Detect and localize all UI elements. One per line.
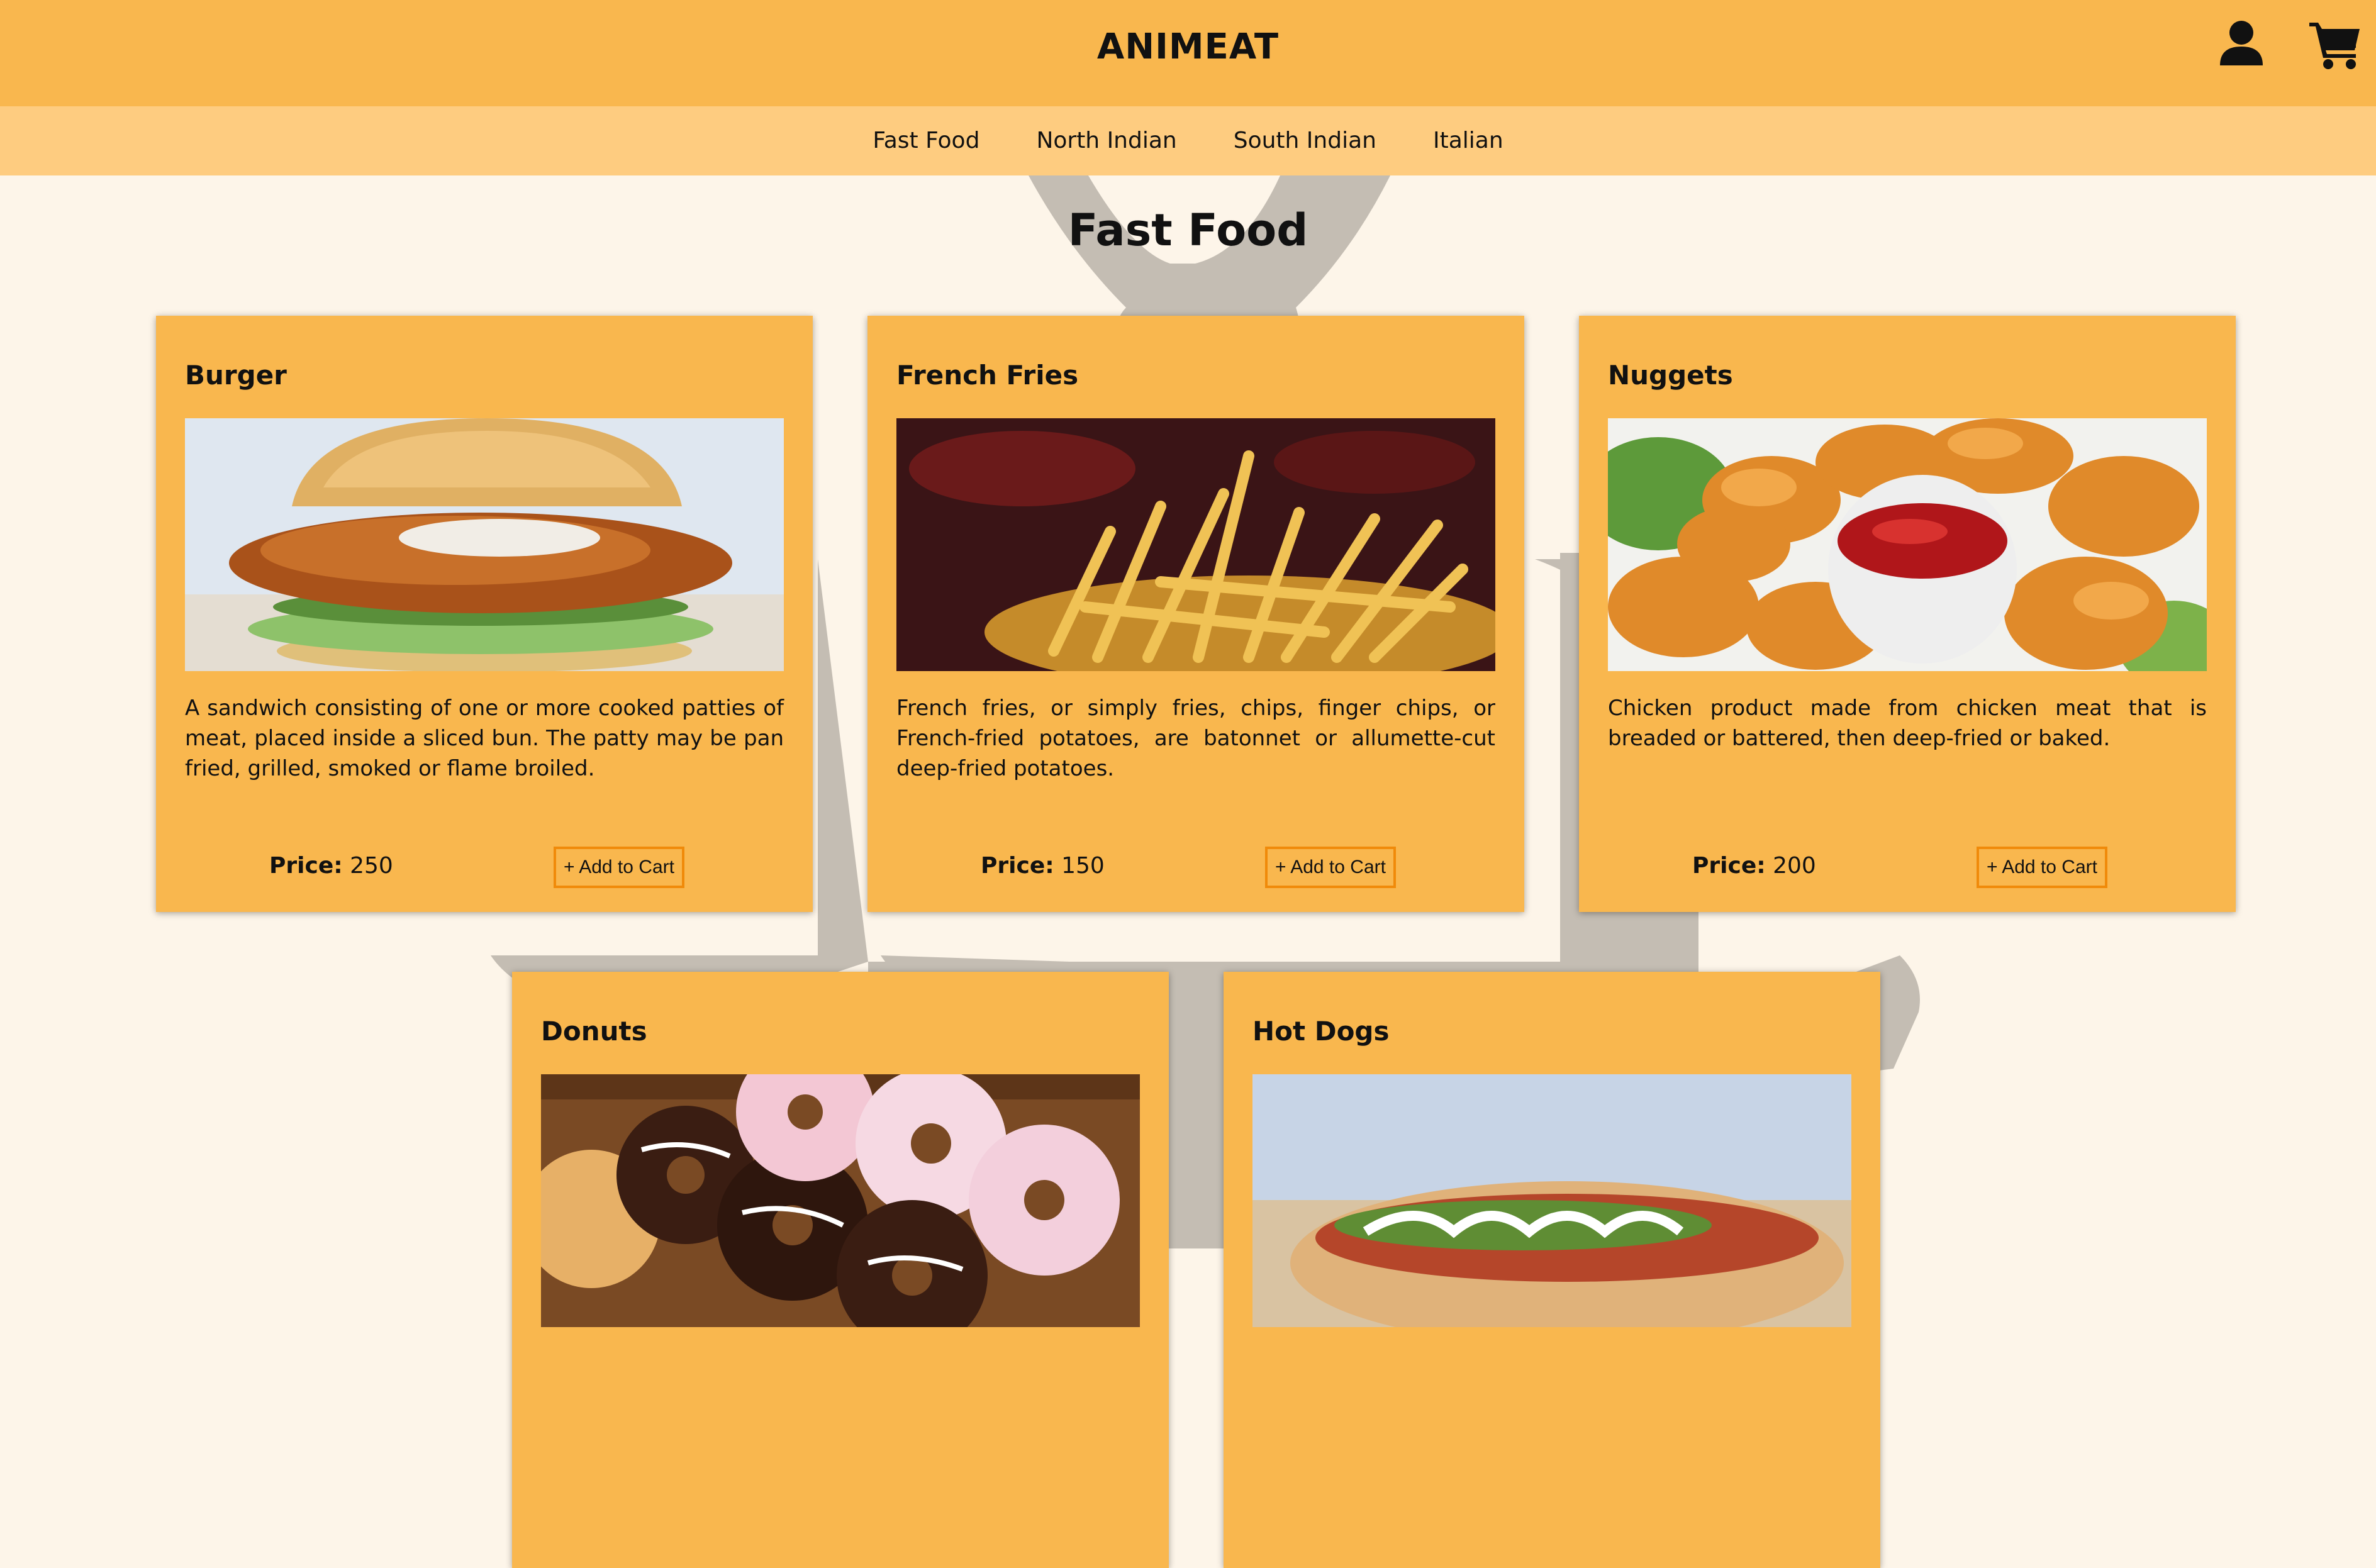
site-logo[interactable]: ANIMEAT xyxy=(0,25,2376,69)
price-label: Price: xyxy=(1692,853,1766,879)
price-value: 150 xyxy=(1061,853,1105,879)
food-card-nuggets: Nuggets Chicken product made from chicke… xyxy=(1579,316,2236,912)
burger-image xyxy=(185,418,784,671)
price: Price: 250 xyxy=(269,850,393,882)
card-description: French fries, or simply fries, chips, fi… xyxy=(896,696,1495,781)
add-to-cart-button[interactable]: + Add to Cart xyxy=(1265,847,1396,888)
price-label: Price: xyxy=(981,853,1054,879)
user-icon[interactable] xyxy=(2217,20,2265,68)
price: Price: 200 xyxy=(1692,850,1816,882)
french-fries-image xyxy=(896,418,1495,671)
category-nav: Fast Food North Indian South Indian Ital… xyxy=(0,106,2376,175)
cart-icon[interactable] xyxy=(2308,19,2362,70)
add-to-cart-button[interactable]: + Add to Cart xyxy=(1977,847,2107,888)
card-title: Hot Dogs xyxy=(1252,1016,1390,1047)
price-value: 250 xyxy=(350,853,393,879)
price-value: 200 xyxy=(1773,853,1816,879)
add-to-cart-button[interactable]: + Add to Cart xyxy=(554,847,684,888)
price: Price: 150 xyxy=(981,850,1105,882)
food-card-burger: Burger A sandwich consisting of one or m… xyxy=(156,316,813,912)
top-header: ANIMEAT xyxy=(0,0,2376,106)
food-card-donuts: Donuts xyxy=(512,972,1169,1568)
card-description: A sandwich consisting of one or more coo… xyxy=(185,696,784,781)
card-description: Chicken product made from chicken meat t… xyxy=(1608,696,2207,751)
nuggets-image xyxy=(1608,418,2207,671)
card-title: Burger xyxy=(185,360,287,391)
donuts-image xyxy=(541,1074,1140,1327)
card-title: French Fries xyxy=(896,360,1079,391)
hot-dogs-image xyxy=(1252,1074,1851,1327)
category-fast-food[interactable]: Fast Food xyxy=(873,125,979,157)
food-card-hot-dogs: Hot Dogs xyxy=(1224,972,1880,1568)
category-north-indian[interactable]: North Indian xyxy=(1036,125,1176,157)
card-title: Nuggets xyxy=(1608,360,1733,391)
price-label: Price: xyxy=(269,853,343,879)
food-card-french-fries: French Fries French fries, or simply fri… xyxy=(867,316,1524,912)
card-title: Donuts xyxy=(541,1016,647,1047)
category-south-indian[interactable]: South Indian xyxy=(1234,125,1376,157)
section-title: Fast Food xyxy=(1068,204,1308,256)
category-italian[interactable]: Italian xyxy=(1433,125,1503,157)
